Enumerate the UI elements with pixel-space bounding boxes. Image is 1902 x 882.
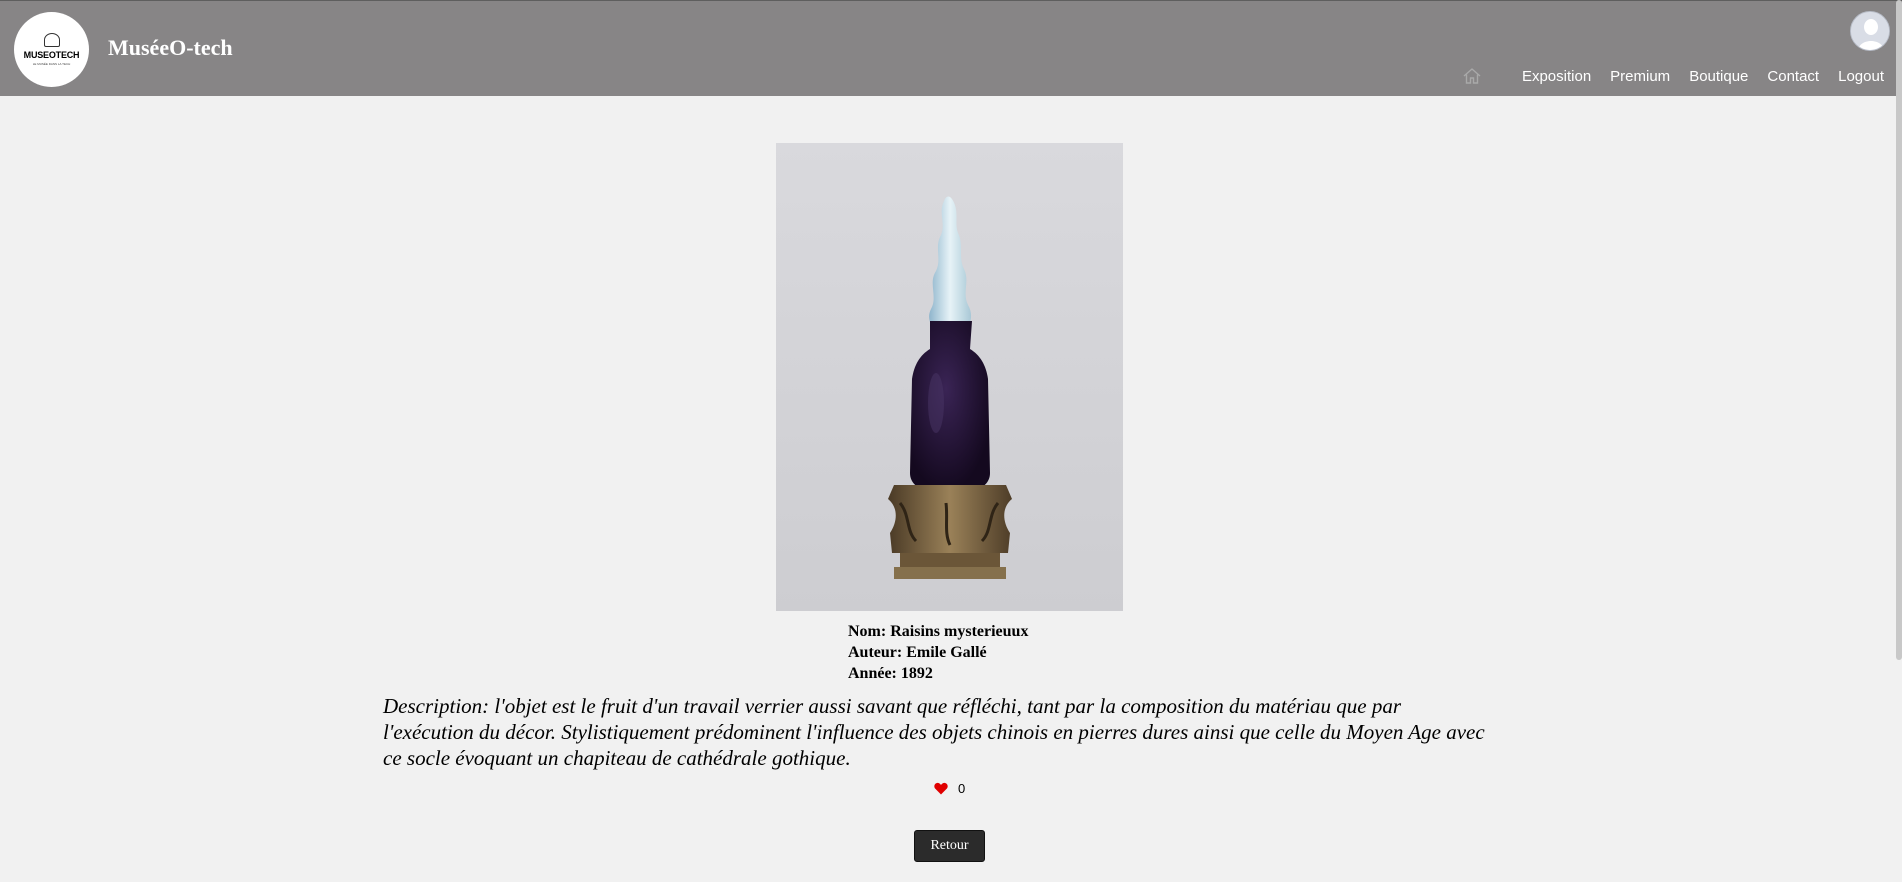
nav-boutique[interactable]: Boutique — [1689, 68, 1748, 85]
site-logo[interactable]: MUSEOTECH LE MUSÉE DANS LA TECH — [14, 12, 89, 87]
nav-premium[interactable]: Premium — [1610, 68, 1670, 85]
artwork-name: Nom: Raisins mysterieuux — [848, 623, 1029, 640]
artwork-details: Nom: Raisins mysterieuux Auteur: Emile G… — [848, 621, 1028, 684]
site-title[interactable]: MuséeO-tech — [108, 35, 233, 61]
vase-artwork-image — [776, 143, 1123, 611]
main-nav: Exposition Premium Boutique Contact Logo… — [1461, 65, 1884, 87]
home-icon[interactable] — [1461, 65, 1483, 87]
heart-icon[interactable] — [934, 782, 948, 795]
user-avatar-icon[interactable] — [1850, 11, 1890, 51]
site-header: MUSEOTECH LE MUSÉE DANS LA TECH MuséeO-t… — [0, 0, 1902, 96]
nav-contact[interactable]: Contact — [1767, 68, 1819, 85]
artwork-year: Année: 1892 — [848, 665, 933, 682]
like-widget: 0 — [934, 781, 965, 796]
nav-exposition[interactable]: Exposition — [1522, 68, 1591, 85]
like-count: 0 — [958, 781, 966, 796]
logo-emblem-icon — [43, 33, 60, 47]
back-button[interactable]: Retour — [914, 830, 985, 862]
logo-text: MUSEOTECH — [23, 50, 80, 60]
logo-subtext: LE MUSÉE DANS LA TECH — [32, 62, 71, 66]
artwork-description: Description: l'objet est le fruit d'un t… — [383, 694, 1485, 770]
artwork-author: Auteur: Emile Gallé — [848, 644, 987, 661]
nav-logout[interactable]: Logout — [1838, 68, 1884, 85]
page-scrollbar[interactable] — [1896, 0, 1902, 660]
